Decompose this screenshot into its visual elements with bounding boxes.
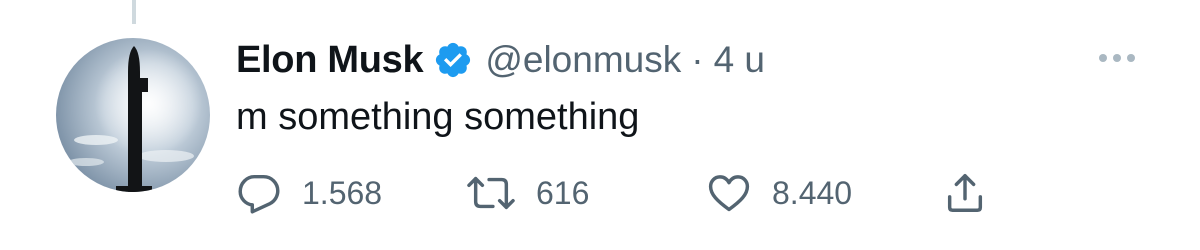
tweet-timestamp[interactable]: 4 u [714,39,765,81]
retweet-count: 616 [536,174,590,211]
like-button[interactable]: 8.440 [706,168,852,218]
reply-count: 1.568 [302,174,383,211]
tweet-text: m something something [236,96,640,138]
share-icon [947,174,983,212]
like-count: 8.440 [772,174,853,211]
reply-icon [238,174,280,214]
heart-icon [708,175,750,212]
retweet-button[interactable]: 616 [466,168,589,218]
avatar-image [56,38,210,192]
avatar[interactable] [56,38,210,192]
more-options-icon[interactable] [1092,46,1142,70]
reply-button[interactable]: 1.568 [236,168,382,218]
share-button[interactable] [942,168,988,218]
retweet-icon [467,176,515,210]
tweet-header: Elon Musk @elonmusk · 4 u [236,32,765,88]
thread-line [132,0,136,24]
tweet[interactable]: Elon Musk @elonmusk · 4 u m something so… [0,0,1200,250]
tweet-actions: 1.568 616 8.440 [236,168,996,218]
author-name[interactable]: Elon Musk [236,39,424,82]
verified-badge-icon [433,40,473,80]
separator-dot: · [691,39,704,80]
author-handle[interactable]: @elonmusk [485,39,681,81]
